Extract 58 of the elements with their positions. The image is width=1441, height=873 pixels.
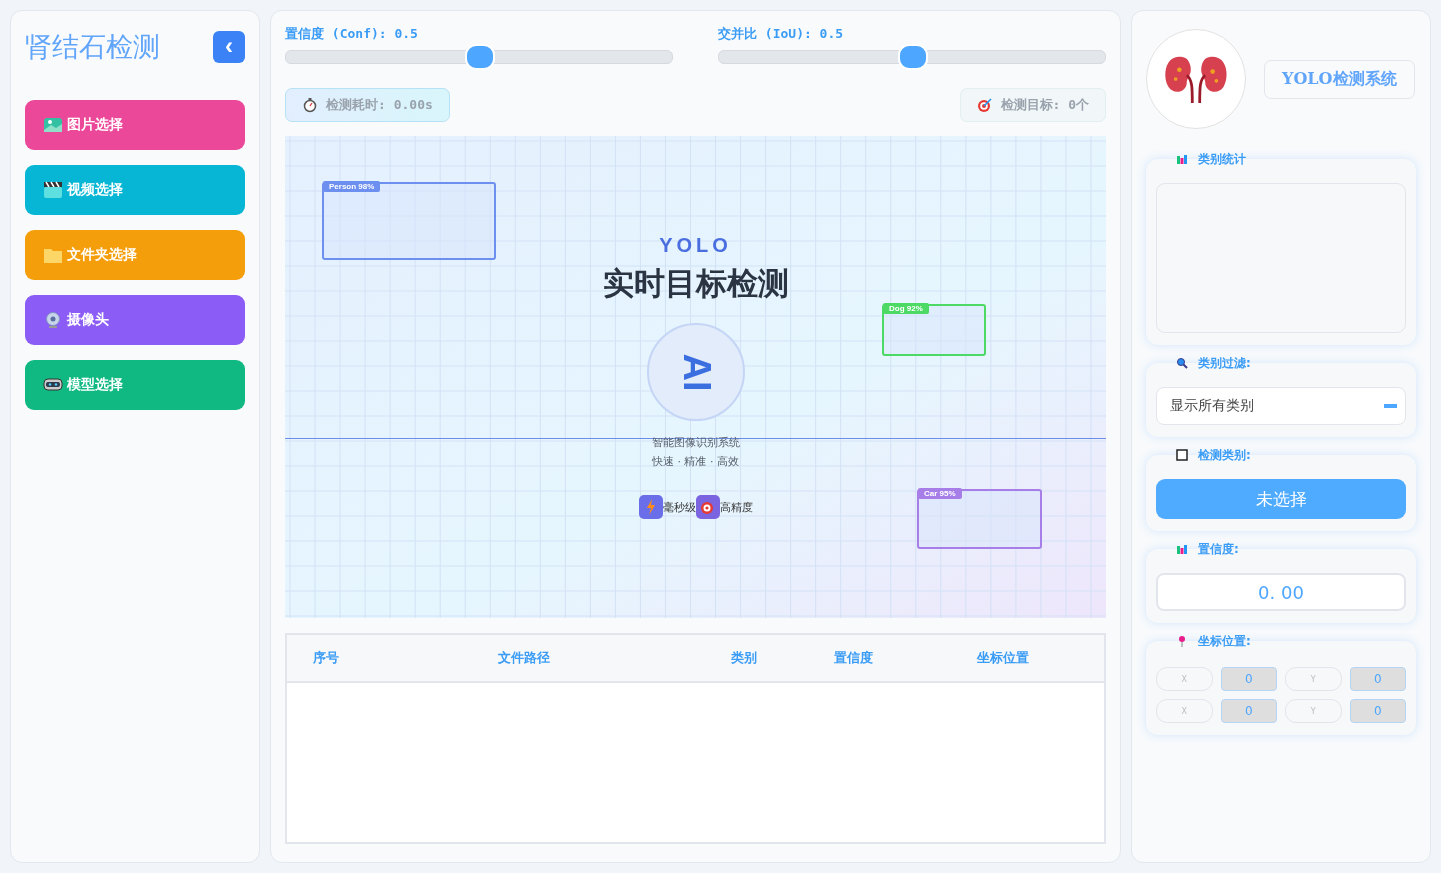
sidebar-button[interactable]: 视频选择 bbox=[25, 165, 245, 215]
bar-chart-icon bbox=[1176, 543, 1188, 555]
target-icon bbox=[976, 97, 993, 113]
coordinate-label: X bbox=[1156, 699, 1213, 723]
detection-label: Car 95% bbox=[918, 488, 962, 499]
class-button[interactable]: 未选择 bbox=[1156, 479, 1406, 519]
sidebar-button[interactable]: 图片选择 bbox=[25, 100, 245, 150]
filter-dropdown[interactable]: 显示所有类别 bbox=[1156, 387, 1406, 425]
bar-chart-icon bbox=[1176, 153, 1188, 165]
coordinate-value: 0 bbox=[1220, 699, 1277, 723]
preview-title: 实时目标检测 bbox=[602, 264, 789, 303]
coordinate-value: 0 bbox=[1349, 667, 1406, 691]
system-title: YOLO检测系统 bbox=[1264, 59, 1415, 99]
collapse-button[interactable]: ‹ bbox=[213, 31, 245, 63]
clapperboard-icon bbox=[43, 181, 63, 199]
section-title: 检测类别: bbox=[1198, 446, 1251, 464]
webcam-icon bbox=[43, 311, 63, 329]
column-header: 坐标位置 bbox=[977, 649, 1029, 667]
feature-label: 毫秒级 bbox=[662, 499, 696, 515]
sidebar-button[interactable]: 摄像头 bbox=[25, 295, 245, 345]
folder-icon bbox=[43, 246, 63, 264]
magnifier-icon bbox=[1176, 357, 1188, 369]
section-title: 坐标位置: bbox=[1198, 632, 1251, 650]
landscape-icon bbox=[43, 116, 63, 134]
slider[interactable] bbox=[285, 44, 673, 70]
slider-label: 置信度 (Conf): 0.5 bbox=[285, 25, 419, 43]
app-title: 肾结石检测 bbox=[25, 30, 160, 64]
sidebar-button[interactable]: 文件夹选择 bbox=[25, 230, 245, 280]
sidebar-button[interactable]: 模型选择 bbox=[25, 360, 245, 410]
slider[interactable] bbox=[718, 44, 1106, 70]
brand-text: YOLO bbox=[659, 234, 732, 257]
column-header: 文件路径 bbox=[498, 649, 551, 667]
coordinate-value: 0 bbox=[1349, 699, 1406, 723]
stopwatch-icon bbox=[302, 97, 318, 113]
section-title: 类别统计 bbox=[1198, 150, 1246, 168]
lightning-icon bbox=[638, 495, 663, 519]
coordinate-value: 0 bbox=[1220, 667, 1277, 691]
stat-chip: 检测目标: 0个 bbox=[959, 88, 1106, 122]
detection-label: Dog 92% bbox=[883, 303, 929, 314]
preview-subtitle: 智能图像识别系统 bbox=[651, 435, 740, 451]
target-icon bbox=[695, 495, 720, 519]
robot-icon bbox=[43, 376, 63, 394]
column-header: 类别 bbox=[731, 649, 758, 667]
stat-chip: 检测耗时: 0.00s bbox=[285, 88, 450, 122]
feature-label: 高精度 bbox=[719, 499, 753, 515]
dropdown-indicator-icon bbox=[1384, 404, 1397, 408]
pushpin-icon bbox=[1176, 635, 1188, 647]
preview-tagline: 快速 · 精准 · 高效 bbox=[652, 454, 739, 470]
coordinate-label: X bbox=[1156, 667, 1213, 691]
column-header: 序号 bbox=[313, 649, 340, 667]
slider-label: 交并比 (IoU): 0.5 bbox=[718, 25, 845, 43]
section-title: 置信度: bbox=[1198, 540, 1239, 558]
slider-thumb[interactable] bbox=[465, 44, 495, 70]
slider-thumb[interactable] bbox=[898, 44, 928, 70]
detection-label: Person 98% bbox=[323, 181, 381, 192]
section-title: 类别过滤: bbox=[1198, 354, 1251, 372]
confidence-field: 0. 00 bbox=[1156, 573, 1406, 611]
column-header: 置信度 bbox=[834, 649, 874, 667]
